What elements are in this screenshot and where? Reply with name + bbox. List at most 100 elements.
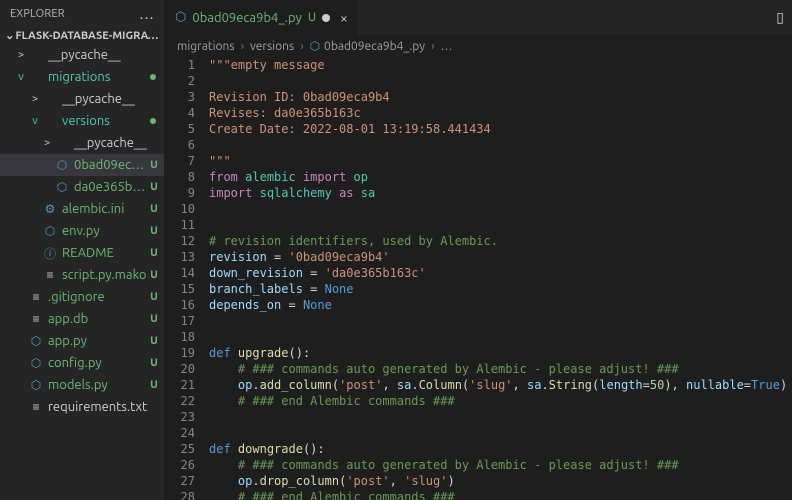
project-name: FLASK-DATABASE-MIGRATIONS… xyxy=(15,30,160,42)
code-line[interactable]: # ### commands auto generated by Alembic… xyxy=(209,457,792,473)
code-line[interactable] xyxy=(209,217,792,233)
code-editor[interactable]: 1234567891011121314151617181920212223242… xyxy=(165,57,792,500)
line-number: 2 xyxy=(165,73,195,89)
code-line[interactable]: from alembic import op xyxy=(209,169,792,185)
breadcrumbs[interactable]: migrations›versions›⬡0bad09eca9b4_.py›… xyxy=(165,35,792,57)
close-icon[interactable]: × xyxy=(340,10,348,26)
tree-item-label: alembic.ini xyxy=(62,202,147,216)
code-line[interactable]: """ xyxy=(209,153,792,169)
code-content[interactable]: """empty message Revision ID: 0bad09eca9b… xyxy=(209,57,792,500)
breadcrumb-segment[interactable]: … xyxy=(440,40,452,53)
file-info-icon: ⓘ xyxy=(42,245,58,262)
scm-status: U xyxy=(147,291,161,303)
line-number: 9 xyxy=(165,185,195,201)
line-number: 27 xyxy=(165,473,195,489)
line-number: 13 xyxy=(165,249,195,265)
line-number: 24 xyxy=(165,425,195,441)
more-icon[interactable]: … xyxy=(139,6,154,21)
scm-status: U xyxy=(147,225,161,237)
file-py-icon: ⬡ xyxy=(28,356,44,370)
line-number: 15 xyxy=(165,281,195,297)
tree-item-label: env.py xyxy=(62,224,147,238)
line-number: 12 xyxy=(165,233,195,249)
tab-active[interactable]: ⬡ 0bad09eca9b4_.py U × xyxy=(165,0,359,35)
code-line[interactable]: branch_labels = None xyxy=(209,281,792,297)
line-number: 6 xyxy=(165,137,195,153)
line-number: 23 xyxy=(165,409,195,425)
tree-folder[interactable]: > __pycache__ xyxy=(0,44,164,66)
code-line[interactable]: # ### end Alembic commands ### xyxy=(209,489,792,500)
line-number: 26 xyxy=(165,457,195,473)
tree-folder[interactable]: >__pycache__ xyxy=(0,88,164,110)
sidebar-title: EXPLORER xyxy=(10,8,65,20)
python-icon: ⬡ xyxy=(310,40,320,53)
code-line[interactable]: Revises: da0e365b163c xyxy=(209,105,792,121)
tree-file[interactable]: ⬡ env.pyU xyxy=(0,220,164,242)
breadcrumb-segment[interactable]: ⬡0bad09eca9b4_.py xyxy=(310,39,426,53)
code-line[interactable]: """empty message xyxy=(209,57,792,73)
tree-file[interactable]: ≡.gitignoreU xyxy=(0,286,164,308)
tree-item-label: config.py xyxy=(48,356,147,370)
code-line[interactable]: # ### commands auto generated by Alembic… xyxy=(209,361,792,377)
code-line[interactable] xyxy=(209,137,792,153)
line-number: 18 xyxy=(165,329,195,345)
chevron-icon: > xyxy=(14,49,28,61)
code-line[interactable]: down_revision = 'da0e365b163c' xyxy=(209,265,792,281)
code-line[interactable]: Create Date: 2022-08-01 13:19:58.441434 xyxy=(209,121,792,137)
code-line[interactable] xyxy=(209,329,792,345)
code-line[interactable]: depends_on = None xyxy=(209,297,792,313)
tree-file[interactable]: ≡requirements.txt xyxy=(0,396,164,418)
tree-file[interactable]: ≡script.py.makoU xyxy=(0,264,164,286)
tab-bar: ⬡ 0bad09eca9b4_.py U × ▯ xyxy=(165,0,792,35)
line-number: 19 xyxy=(165,345,195,361)
tree-item-label: __pycache__ xyxy=(48,48,164,62)
split-editor-icon[interactable]: ▯ xyxy=(776,9,792,26)
code-line[interactable] xyxy=(209,201,792,217)
line-number: 20 xyxy=(165,361,195,377)
code-line[interactable]: def downgrade(): xyxy=(209,441,792,457)
tree-file[interactable]: ⚙alembic.iniU xyxy=(0,198,164,220)
tree-item-label: app.db xyxy=(48,312,147,326)
tree-file[interactable]: ≡app.dbU xyxy=(0,308,164,330)
code-line[interactable]: op.add_column('post', sa.Column('slug', … xyxy=(209,377,792,393)
scm-status: U xyxy=(147,269,161,281)
tree-item-label: requirements.txt xyxy=(48,400,164,414)
scm-status: U xyxy=(147,203,161,215)
code-line[interactable] xyxy=(209,409,792,425)
code-line[interactable]: Revision ID: 0bad09eca9b4 xyxy=(209,89,792,105)
editor-area: ⬡ 0bad09eca9b4_.py U × ▯ migrations›vers… xyxy=(165,0,792,500)
code-line[interactable]: revision = '0bad09eca9b4' xyxy=(209,249,792,265)
code-line[interactable]: # revision identifiers, used by Alembic. xyxy=(209,233,792,249)
code-line[interactable]: op.drop_column('post', 'slug') xyxy=(209,473,792,489)
tree-item-label: __pycache__ xyxy=(74,136,164,150)
tree-folder[interactable]: vmigrations xyxy=(0,66,164,88)
code-line[interactable] xyxy=(209,313,792,329)
file-py-icon: ⬡ xyxy=(28,334,44,348)
tree-file[interactable]: ⬡models.pyU xyxy=(0,374,164,396)
tree-folder[interactable]: vversions xyxy=(0,110,164,132)
code-line[interactable] xyxy=(209,425,792,441)
tree-folder[interactable]: >__pycache__ xyxy=(0,132,164,154)
tree-file[interactable]: ⬡da0e365b163c_.pyU xyxy=(0,176,164,198)
tree-item-label: README xyxy=(62,246,147,260)
tree-file[interactable]: ⬡app.pyU xyxy=(0,330,164,352)
line-number: 25 xyxy=(165,441,195,457)
chevron-icon: v xyxy=(28,115,42,127)
code-line[interactable]: def upgrade(): xyxy=(209,345,792,361)
chevron-icon: > xyxy=(28,93,42,105)
breadcrumb-segment[interactable]: migrations xyxy=(177,40,235,53)
tree-item-label: 0bad09eca9b4_.py xyxy=(74,158,147,172)
explorer-sidebar: EXPLORER … ⌄ FLASK-DATABASE-MIGRATIONS… … xyxy=(0,0,165,500)
code-line[interactable]: # ### end Alembic commands ### xyxy=(209,393,792,409)
file-py-icon: ⬡ xyxy=(42,224,58,238)
breadcrumb-segment[interactable]: versions xyxy=(250,40,294,53)
tree-item-label: app.py xyxy=(48,334,147,348)
tree-file[interactable]: ⬡0bad09eca9b4_.pyU xyxy=(0,154,164,176)
code-line[interactable]: import sqlalchemy as sa xyxy=(209,185,792,201)
tree-file[interactable]: ⬡config.pyU xyxy=(0,352,164,374)
file-icon: ≡ xyxy=(28,312,44,326)
project-header[interactable]: ⌄ FLASK-DATABASE-MIGRATIONS… xyxy=(0,27,164,44)
scm-status: U xyxy=(147,379,161,391)
code-line[interactable] xyxy=(209,73,792,89)
tree-file[interactable]: ⓘREADMEU xyxy=(0,242,164,264)
